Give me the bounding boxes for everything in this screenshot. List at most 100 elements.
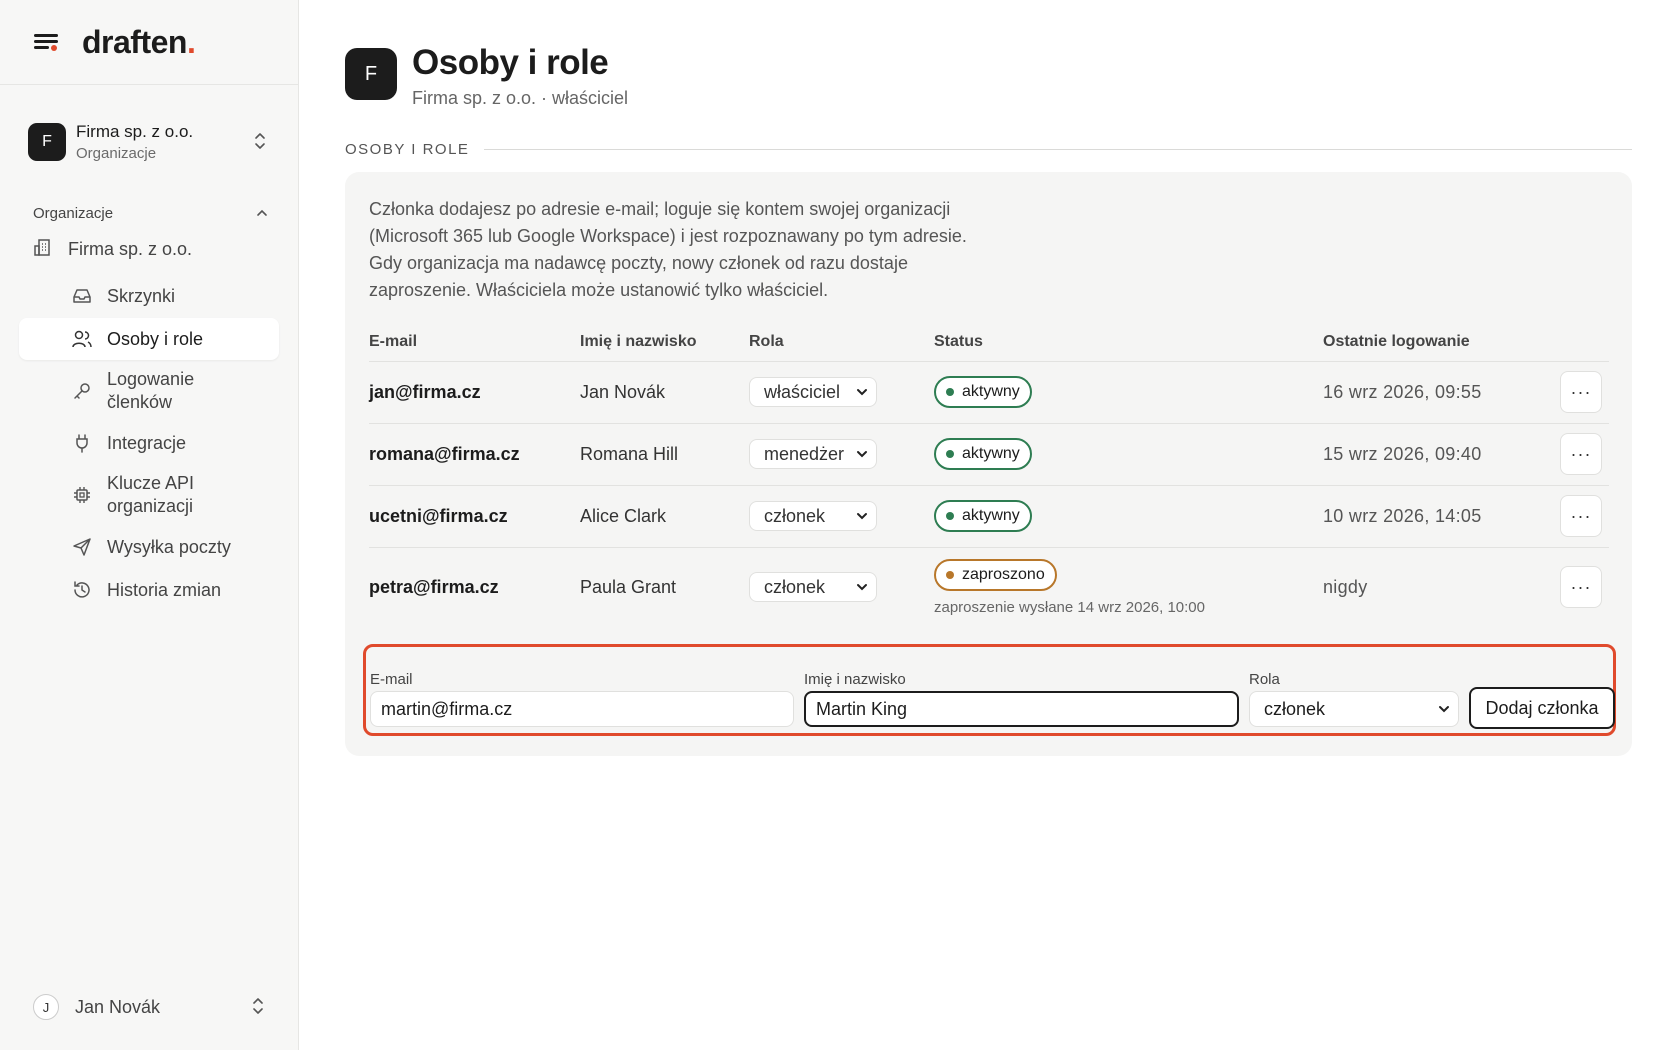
send-icon xyxy=(71,537,93,557)
invitation-note: zaproszenie wysłane 14 wrz 2026, 10:00 xyxy=(934,598,1205,616)
row-more-button[interactable]: ··· xyxy=(1560,433,1602,475)
sidebar-item-osoby-i-role[interactable]: Osoby i role xyxy=(19,318,279,360)
sidebar-item-org[interactable]: Firma sp. z o.o. xyxy=(33,235,298,263)
name-input[interactable]: Martin King xyxy=(804,691,1239,727)
sidebar-item-label: Historia zmian xyxy=(107,579,222,600)
role-select[interactable]: właściciel xyxy=(749,377,877,407)
page-title: Osoby i role xyxy=(412,43,609,82)
user-avatar: J xyxy=(33,994,59,1020)
role-select[interactable]: menedżer xyxy=(749,439,877,469)
row-last-login: nigdy xyxy=(1323,576,1368,597)
status-badge: aktywny xyxy=(934,376,1032,408)
section-title: OSOBY I ROLE xyxy=(345,141,470,158)
role-value: członek xyxy=(764,505,826,526)
table-row: romana@firma.cz Romana Hill menedżer akt… xyxy=(369,423,1609,486)
sidebar-item-label: Skrzynki xyxy=(107,285,176,306)
building-icon xyxy=(33,237,55,262)
org-name: Firma sp. z o.o. xyxy=(76,122,194,141)
row-name: Jan Novák xyxy=(580,361,749,424)
row-more-button[interactable]: ··· xyxy=(1560,566,1602,609)
section-divider xyxy=(484,149,1632,150)
chevron-down-icon xyxy=(856,385,868,399)
sidebar: draften. F Firma sp. z o.o. Organizacje … xyxy=(0,0,299,1050)
status-badge: aktywny xyxy=(934,500,1032,532)
col-role: Rola xyxy=(749,323,934,362)
chevron-updown-icon xyxy=(248,996,268,1018)
row-name: Paula Grant xyxy=(580,576,677,597)
sidebar-section-organizacje[interactable]: Organizacje xyxy=(33,203,268,223)
add-role-value: członek xyxy=(1264,698,1326,719)
role-value: menedżer xyxy=(764,443,845,464)
sidebar-item-wysylka-poczty[interactable]: Wysyłka poczty xyxy=(19,526,279,568)
table-row: petra@firma.cz Paula Grant członek zapro… xyxy=(369,547,1609,627)
sidebar-item-label: Wysyłka poczty xyxy=(107,536,231,557)
status-label: aktywny xyxy=(962,507,1020,524)
logo[interactable]: draften. xyxy=(82,24,196,61)
org-switcher[interactable]: F Firma sp. z o.o. Organizacje xyxy=(0,117,298,167)
sidebar-item-logowanie-czlonkow[interactable]: Logowanie členków xyxy=(19,361,279,421)
role-value: właściciel xyxy=(764,381,841,402)
row-name: Romana Hill xyxy=(580,423,749,486)
row-last-login: 10 wrz 2026, 14:05 xyxy=(1323,485,1560,548)
plug-icon xyxy=(71,433,93,453)
status-label: zaproszono xyxy=(962,565,1045,583)
user-name: Jan Novák xyxy=(75,996,161,1017)
chevron-up-icon xyxy=(256,206,268,220)
add-role-select[interactable]: członek xyxy=(1249,691,1459,727)
row-name: Alice Clark xyxy=(580,485,749,548)
row-last-login: 15 wrz 2026, 09:40 xyxy=(1323,423,1560,486)
role-value: członek xyxy=(764,576,826,597)
users-icon xyxy=(71,329,93,349)
members-description: Członka dodajesz po adresie e-mail; logu… xyxy=(369,199,967,300)
table-row: ucetni@firma.cz Alice Clark członek akty… xyxy=(369,485,1609,548)
row-email: romana@firma.cz xyxy=(369,423,580,486)
page-subtitle: Firma sp. z o.o. · właściciel xyxy=(412,88,629,108)
row-more-button[interactable]: ··· xyxy=(1560,495,1602,537)
chip-icon xyxy=(71,485,93,505)
row-email: jan@firma.cz xyxy=(369,361,580,424)
col-email: E-mail xyxy=(369,323,580,362)
chevron-down-icon xyxy=(856,580,868,594)
add-email-field: E-mail martin@firma.cz xyxy=(370,671,794,727)
row-email: ucetni@firma.cz xyxy=(369,485,580,548)
menu-icon[interactable] xyxy=(32,28,60,56)
status-label: aktywny xyxy=(962,383,1020,400)
add-name-field: Imię i nazwisko Martin King xyxy=(804,671,1239,727)
chevron-updown-icon xyxy=(250,131,270,153)
sidebar-item-label: Osoby i role xyxy=(107,328,204,349)
sidebar-item-skrzynki[interactable]: Skrzynki xyxy=(19,275,279,317)
members-table: E-mail Imię i nazwisko Rola Status Ostat… xyxy=(369,323,1609,627)
add-role-field: Rola członek xyxy=(1249,671,1459,727)
page-org-avatar: F xyxy=(345,48,397,100)
add-member-button[interactable]: Dodaj członka xyxy=(1469,687,1615,729)
sidebar-nav: Skrzynki Osoby i role Logowanie členków … xyxy=(0,275,298,611)
add-role-label: Rola xyxy=(1249,671,1280,688)
email-input[interactable]: martin@firma.cz xyxy=(370,691,794,727)
role-select[interactable]: członek xyxy=(749,501,877,531)
sidebar-item-label: Logowanie členków xyxy=(107,369,195,412)
section-heading: OSOBY I ROLE xyxy=(345,141,1632,158)
page-header: F Osoby i role Firma sp. z o.o. · właści… xyxy=(345,42,1680,109)
members-card: Członka dodajesz po adresie e-mail; logu… xyxy=(345,172,1632,756)
col-name: Imię i nazwisko xyxy=(580,323,749,362)
col-actions xyxy=(1560,323,1609,362)
col-last-login: Ostatnie logowanie xyxy=(1323,323,1560,362)
status-badge: zaproszono xyxy=(934,558,1057,591)
sidebar-section-label: Organizacje xyxy=(33,204,114,222)
row-last-login: 16 wrz 2026, 09:55 xyxy=(1323,361,1560,424)
col-status: Status xyxy=(934,323,1323,362)
row-more-button[interactable]: ··· xyxy=(1560,371,1602,413)
user-switcher[interactable]: J Jan Novák xyxy=(33,992,268,1022)
inbox-icon xyxy=(71,287,93,305)
add-member-form: E-mail martin@firma.cz Imię i nazwisko M… xyxy=(363,644,1616,736)
sidebar-item-historia-zmian[interactable]: Historia zmian xyxy=(19,569,279,611)
role-select[interactable]: członek xyxy=(749,572,877,603)
chevron-down-icon xyxy=(856,447,868,461)
sidebar-item-klucze-api[interactable]: Klucze API organizacji xyxy=(19,465,279,525)
sidebar-item-label: Integracje xyxy=(107,432,187,453)
chevron-down-icon xyxy=(856,509,868,523)
app-root: draften. F Firma sp. z o.o. Organizacje … xyxy=(0,0,1680,1050)
sidebar-item-integracje[interactable]: Integracje xyxy=(19,422,279,464)
add-email-label: E-mail xyxy=(370,671,413,688)
chevron-down-icon xyxy=(1438,702,1450,716)
